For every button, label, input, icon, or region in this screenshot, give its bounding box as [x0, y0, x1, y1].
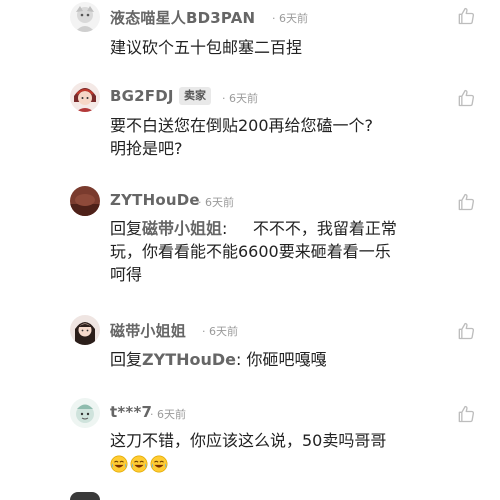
laugh-cry-emoji: [130, 455, 148, 473]
comment-time: 6天前: [272, 10, 308, 26]
comment-item: BG2FDJ 卖家 6天前 要不白送您在倒贴200再给您磕一个? 明抢是吧?: [0, 80, 500, 180]
comment-item: 磁带小姐姐 6天前 回复ZYTHouDe: 你砸吧嘎嘎: [0, 313, 500, 393]
comment-text: 要不白送您在倒贴200再给您磕一个? 明抢是吧?: [110, 114, 410, 160]
avatar[interactable]: [70, 398, 100, 428]
username[interactable]: t***7: [110, 403, 152, 421]
comment-text-line: 这刀不错，你应该这么说，50卖吗哥哥: [110, 431, 387, 450]
comment-text-segment: : 不不不，我留着正常: [222, 219, 397, 238]
comment-text: 回复ZYTHouDe: 你砸吧嘎嘎: [110, 348, 410, 371]
thumbs-up-icon[interactable]: [456, 88, 476, 108]
seller-badge: 卖家: [179, 87, 211, 105]
username[interactable]: BG2FDJ: [110, 87, 174, 105]
comment-item: t***7 6天前 这刀不错，你应该这么说，50卖吗哥哥: [0, 396, 500, 486]
comment-item: 液态喵星人BD3PAN 6天前 建议砍个五十包邮塞二百捏: [0, 0, 500, 90]
comment-text-line: 呵得: [110, 265, 143, 284]
username[interactable]: 液态喵星人BD3PAN: [110, 7, 255, 28]
avatar[interactable]: [70, 492, 100, 500]
laugh-cry-emoji: [110, 455, 128, 473]
comment-text: 建议砍个五十包邮塞二百捏: [110, 38, 303, 57]
username[interactable]: ZYTHouDe: [110, 191, 200, 209]
reply-mention-link[interactable]: ZYTHouDe: [142, 350, 236, 369]
comment-item: ZYTHouDe 6天前 回复磁带小姐姐: 不不不，我留着正常 玩，你看看能不能…: [0, 183, 500, 303]
thumbs-up-icon[interactable]: [456, 404, 476, 424]
thumbs-up-icon[interactable]: [456, 6, 476, 26]
avatar[interactable]: [70, 82, 100, 112]
comment-text: 这刀不错，你应该这么说，50卖吗哥哥: [110, 429, 410, 476]
thumbs-up-icon[interactable]: [456, 321, 476, 341]
comment-time: 6天前: [202, 323, 238, 339]
comment-text-line: 玩，你看看能不能6600要来砸着看一乐: [110, 242, 391, 261]
avatar[interactable]: [70, 186, 100, 216]
comment-text-line: 回复磁带小姐姐: 不不不，我留着正常: [110, 217, 410, 240]
comment-time: 6天前: [150, 406, 186, 422]
comment-text-line: 明抢是吧?: [110, 139, 183, 158]
comment-text: 回复磁带小姐姐: 不不不，我留着正常 玩，你看看能不能6600要来砸着看一乐 呵…: [110, 217, 410, 286]
username[interactable]: 磁带小姐姐: [110, 320, 186, 341]
reply-prefix: 回复: [110, 219, 143, 238]
laugh-cry-emoji: [150, 455, 168, 473]
reply-mention-link[interactable]: 磁带小姐姐: [142, 219, 222, 238]
comment-time: 6天前: [222, 90, 258, 106]
comment-text-line: 要不白送您在倒贴200再给您磕一个?: [110, 116, 374, 135]
thumbs-up-icon[interactable]: [456, 192, 476, 212]
emoji-row: [110, 453, 410, 476]
reply-prefix: 回复: [110, 350, 143, 369]
comment-text-segment: : 你砸吧嘎嘎: [236, 350, 327, 369]
avatar[interactable]: [70, 315, 100, 345]
comment-time: 6天前: [198, 194, 234, 210]
avatar[interactable]: [70, 2, 100, 32]
